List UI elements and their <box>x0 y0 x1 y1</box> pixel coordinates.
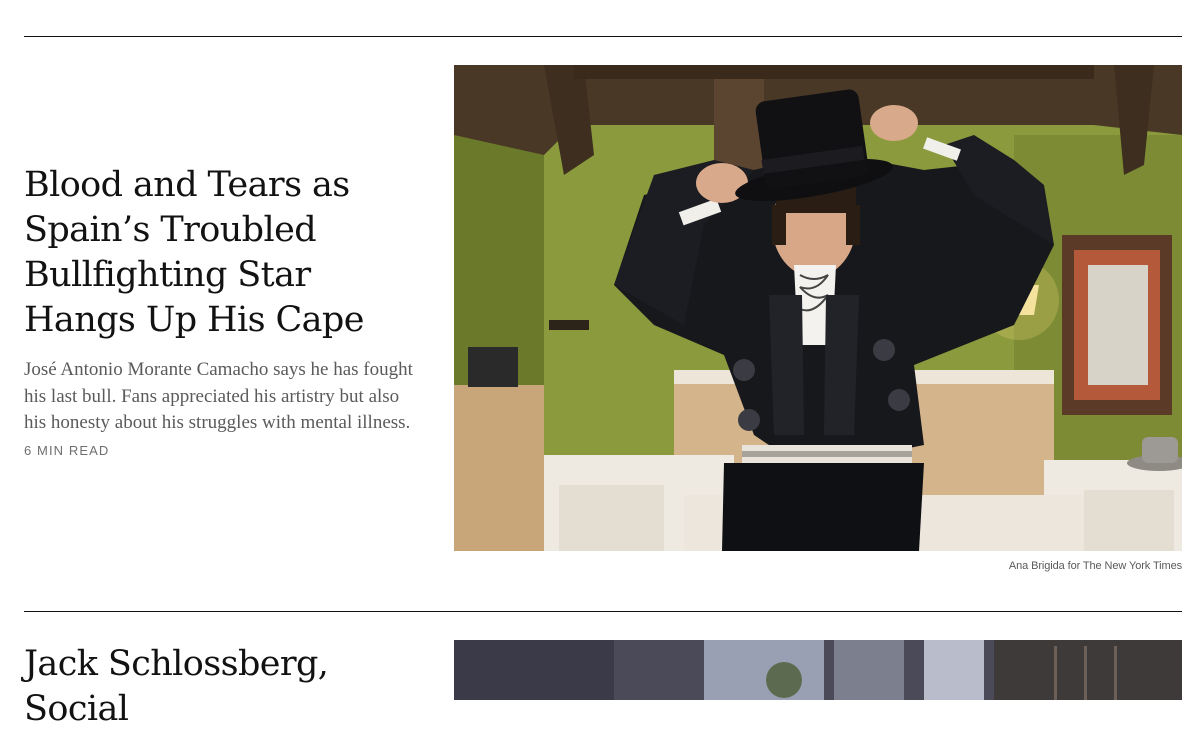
story-summary: José Antonio Morante Camacho says he has… <box>24 359 413 433</box>
section-divider <box>24 611 1182 612</box>
story-image[interactable] <box>454 640 1182 700</box>
photo-credit: Ana Brigida for The New York Times <box>1008 560 1182 572</box>
story-card: Jack Schlossberg, Social <box>24 640 1182 729</box>
story-text: Jack Schlossberg, Social <box>24 642 424 732</box>
story-text: Blood and Tears as Spain’s Troubled Bull… <box>24 163 424 458</box>
story-headline[interactable]: Jack Schlossberg, Social <box>24 642 424 732</box>
story-card: Blood and Tears as Spain’s Troubled Bull… <box>24 65 1182 585</box>
story-image[interactable] <box>454 65 1182 551</box>
section-divider-top <box>24 36 1182 37</box>
story-headline[interactable]: Blood and Tears as Spain’s Troubled Bull… <box>24 163 424 343</box>
read-time: 6 MIN READ <box>24 442 110 458</box>
